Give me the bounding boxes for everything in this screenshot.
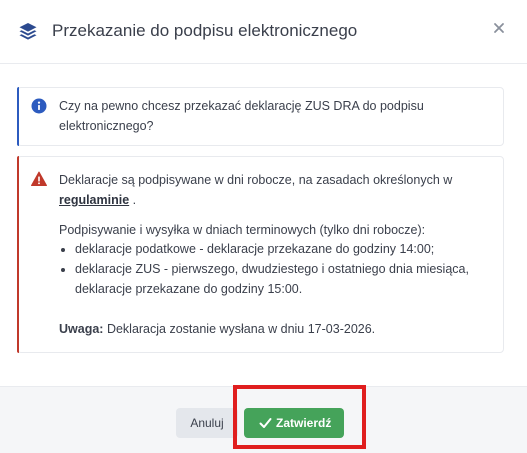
warning-intro: Deklaracje są podpisywane w dni robocze,… <box>59 170 489 210</box>
check-icon <box>259 418 272 428</box>
dialog-header: Przekazanie do podpisu elektronicznego <box>0 0 527 64</box>
confirm-button[interactable]: Zatwierdź <box>244 408 344 438</box>
info-circle-icon <box>31 98 47 114</box>
info-alert-text: Czy na pewno chcesz przekazać deklarację… <box>59 99 424 133</box>
warning-intro-suffix: . <box>132 193 137 207</box>
regulations-link[interactable]: regulaminie <box>59 193 129 207</box>
signature-dialog: Przekazanie do podpisu elektronicznego C… <box>0 0 527 453</box>
info-alert: Czy na pewno chcesz przekazać deklarację… <box>17 87 504 146</box>
cancel-button[interactable]: Anuluj <box>176 408 238 438</box>
dialog-footer: Anuluj Zatwierdź <box>0 386 527 453</box>
warning-bullet-list: deklaracje podatkowe - deklaracje przeka… <box>59 239 489 299</box>
warning-note: Uwaga: Deklaracja zostanie wysłana w dni… <box>59 319 489 339</box>
close-icon[interactable] <box>491 20 507 36</box>
dialog-title: Przekazanie do podpisu elektronicznego <box>52 21 358 40</box>
warning-schedule-heading: Podpisywanie i wysyłka w dniach terminow… <box>59 223 426 237</box>
note-text: Deklaracja zostanie wysłana w dniu 17-03… <box>106 322 376 336</box>
list-item: deklaracje ZUS - pierwszego, dwudziesteg… <box>75 259 489 299</box>
warning-triangle-icon <box>31 171 47 186</box>
list-item: deklaracje podatkowe - deklaracje przeka… <box>75 239 489 259</box>
warning-intro-text: Deklaracje są podpisywane w dni robocze,… <box>59 173 453 187</box>
layers-icon <box>19 23 37 40</box>
confirm-button-label: Zatwierdź <box>276 416 332 430</box>
note-label: Uwaga: <box>59 322 104 336</box>
warning-alert: Deklaracje są podpisywane w dni robocze,… <box>17 156 504 353</box>
